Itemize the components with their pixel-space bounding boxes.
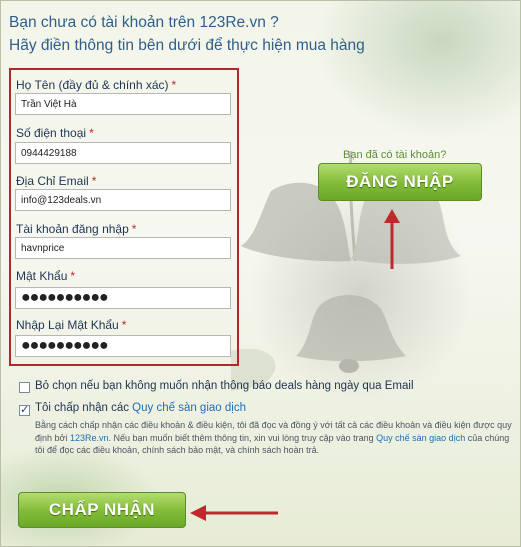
- no-deals-checkbox[interactable]: [19, 382, 30, 393]
- arrow-up-icon: [384, 209, 400, 269]
- rules-link[interactable]: Quy chế sàn giao dịch: [132, 402, 246, 414]
- agree-checkbox[interactable]: [19, 403, 30, 416]
- password-confirm-label: Nhập Lại Mật Khẩu *: [16, 318, 127, 332]
- login-button[interactable]: ĐĂNG NHẬP: [318, 163, 482, 201]
- agree-label: Tôi chấp nhận các Quy chế sàn giao dịch: [35, 402, 246, 414]
- arrow-left-icon: [190, 505, 278, 521]
- site-link[interactable]: 123Re.vn: [70, 433, 109, 443]
- password-label: Mật Khẩu *: [16, 269, 76, 283]
- fullname-label: Họ Tên (đầy đủ & chính xác) *: [16, 78, 177, 92]
- username-label: Tài khoản đăng nhập *: [16, 222, 137, 236]
- terms-text: Bằng cách chấp nhận các điều khoản & điề…: [35, 420, 512, 455]
- fullname-input[interactable]: Trần Việt Hà: [15, 93, 231, 115]
- password-input[interactable]: ●●●●●●●●●●: [15, 287, 231, 309]
- username-input[interactable]: havnprice: [15, 237, 231, 259]
- no-deals-label: Bỏ chọn nếu bạn không muốn nhận thông bá…: [35, 380, 414, 392]
- phone-label: Số điện thoại *: [16, 126, 94, 140]
- email-label: Địa Chỉ Email *: [16, 174, 97, 188]
- header-line-1: Bạn chưa có tài khoản trên 123Re.vn ?: [9, 14, 279, 31]
- login-prompt: Bạn đã có tài khoản?: [343, 149, 447, 161]
- page-header: Bạn chưa có tài khoản trên 123Re.vn ? Hã…: [9, 11, 365, 57]
- phone-input[interactable]: 0944429188: [15, 142, 231, 164]
- header-line-2: Hãy điền thông tin bên dưới để thực hiện…: [9, 37, 365, 54]
- email-input[interactable]: info@123deals.vn: [15, 189, 231, 211]
- password-confirm-input[interactable]: ●●●●●●●●●●: [15, 335, 231, 357]
- terms-rules-link[interactable]: Quy chế sàn giao dịch: [376, 433, 465, 443]
- registration-panel: Bạn chưa có tài khoản trên 123Re.vn ? Hã…: [0, 0, 521, 547]
- accept-button[interactable]: CHẤP NHẬN: [18, 492, 186, 528]
